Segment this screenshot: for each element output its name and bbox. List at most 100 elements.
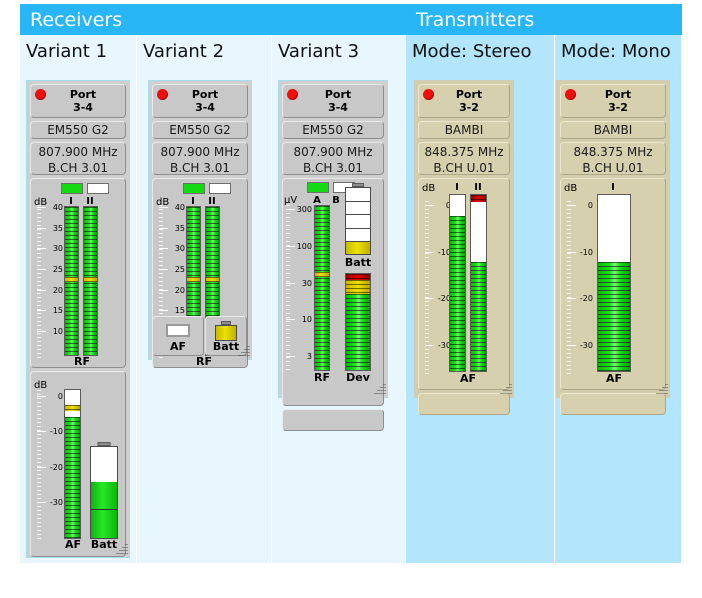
- tick-minor: [286, 297, 290, 298]
- group-header-transmitters-label: Transmitters: [416, 8, 535, 31]
- tick-minor: [425, 265, 429, 266]
- tick-minor: [425, 317, 429, 318]
- port-cell[interactable]: Port 3-2: [560, 84, 666, 118]
- tick-minor: [159, 281, 163, 282]
- frequency-cell[interactable]: 807.900 MHz B.CH 3.01: [30, 142, 126, 175]
- transmitter-panel-mono[interactable]: Port 3-2 BAMBI 848.375 MHz B.CH U.01 dB …: [556, 80, 670, 415]
- tick-label: 35: [174, 224, 185, 233]
- tick-major: [159, 290, 168, 291]
- tick-major: [159, 248, 168, 249]
- tick-minor: [567, 241, 571, 242]
- af-mini-label: AF: [169, 340, 187, 353]
- tick-minor: [37, 490, 41, 491]
- frequency-cell[interactable]: 848.375 MHz B.CH U.01: [418, 142, 510, 175]
- frequency-cell[interactable]: 807.900 MHz B.CH 3.01: [282, 142, 384, 175]
- rf-meter-cell[interactable]: dB 40353025201510 I II RF: [30, 178, 126, 368]
- rf-dev-meter-cell[interactable]: µV 300 100 30 10 3 A B RF Batt Dev: [282, 178, 384, 406]
- tick-major: [159, 269, 168, 270]
- port-cell[interactable]: Port 3-4: [282, 84, 384, 118]
- port-cell[interactable]: Port 3-2: [418, 84, 510, 118]
- tick-minor: [425, 357, 429, 358]
- rf-bar: [314, 205, 330, 371]
- tick-minor: [425, 313, 429, 314]
- column-title-transmitter-mono: Mode: Mono: [561, 41, 671, 62]
- receiver-panel-variant-3[interactable]: Port 3-4 EM550 G2 807.900 MHz B.CH 3.01 …: [278, 80, 388, 431]
- tick-minor: [286, 217, 290, 218]
- tick-major: [37, 228, 46, 229]
- tick-minor: [567, 353, 571, 354]
- tick-minor: [286, 237, 290, 238]
- status-led-icon: [35, 89, 46, 100]
- device-name-cell[interactable]: EM550 G2: [30, 121, 126, 139]
- af-meter-cell[interactable]: dB 0-10-20-30 I II AF: [418, 178, 510, 390]
- tick-minor: [567, 357, 571, 358]
- tick-label: -20: [579, 294, 593, 303]
- resize-grip[interactable]: [655, 383, 668, 396]
- rf-bar-channel-a: [64, 206, 79, 356]
- tick-minor: [286, 325, 290, 326]
- port-label: Port: [69, 88, 97, 101]
- af-mini-cell[interactable]: AF: [152, 316, 204, 356]
- tick-label: -20: [49, 463, 63, 472]
- battery-segment: [346, 240, 370, 254]
- tick-major: [286, 283, 295, 284]
- status-led-icon: [157, 89, 168, 100]
- tick-major: [37, 467, 46, 468]
- tick-minor: [37, 225, 41, 226]
- tick-minor: [37, 305, 41, 306]
- diversity-indicators: [61, 183, 109, 194]
- tick-major: [37, 290, 46, 291]
- tick-minor: [286, 233, 290, 234]
- tick-minor: [567, 285, 571, 286]
- tick-major: [159, 310, 168, 311]
- tick-minor: [37, 434, 41, 435]
- tick-label: -10: [579, 248, 593, 257]
- battery-segment: [346, 214, 370, 227]
- device-name-cell[interactable]: EM550 G2: [152, 121, 248, 139]
- tick-minor: [425, 373, 429, 374]
- resize-grip[interactable]: [499, 383, 512, 396]
- tick-minor: [567, 305, 571, 306]
- tick-minor: [37, 422, 41, 423]
- tick-minor: [425, 301, 429, 302]
- port-value: 3-4: [73, 101, 93, 114]
- tick-major: [37, 331, 46, 332]
- rf-bar-channel-b: [83, 206, 98, 356]
- frequency-cell[interactable]: 848.375 MHz B.CH U.01: [560, 142, 666, 175]
- tick-minor: [425, 333, 429, 334]
- resize-grip[interactable]: [115, 543, 128, 556]
- tick-minor: [159, 313, 163, 314]
- tick-minor: [37, 494, 41, 495]
- tick-minor: [286, 305, 290, 306]
- receiver-panel-variant-2[interactable]: Port 3-4 EM550 G2 807.900 MHz B.CH 3.01 …: [148, 80, 252, 368]
- tick-minor: [567, 209, 571, 210]
- column-title-variant-2: Variant 2: [143, 41, 225, 62]
- tick-major: [37, 431, 46, 432]
- tick-minor: [37, 265, 41, 266]
- receiver-panel-variant-1[interactable]: Port 3-4 EM550 G2 807.900 MHz B.CH 3.01 …: [26, 80, 130, 558]
- resize-grip[interactable]: [373, 383, 386, 396]
- resize-grip[interactable]: [237, 345, 250, 358]
- device-name-cell[interactable]: BAMBI: [418, 121, 510, 139]
- port-value: 3-2: [608, 101, 628, 114]
- tick-minor: [425, 277, 429, 278]
- frequency-cell[interactable]: 807.900 MHz B.CH 3.01: [152, 142, 248, 175]
- transmitter-panel-stereo[interactable]: Port 3-2 BAMBI 848.375 MHz B.CH U.01 dB …: [414, 80, 514, 415]
- tick-minor: [425, 249, 429, 250]
- af-meter-cell[interactable]: dB 0 -10 -20 -30 AF Batt: [30, 371, 126, 557]
- tick-minor: [37, 510, 41, 511]
- tick-minor: [567, 333, 571, 334]
- tick-minor: [567, 221, 571, 222]
- device-name-cell[interactable]: BAMBI: [560, 121, 666, 139]
- tick-minor: [37, 402, 41, 403]
- af-meter-cell[interactable]: dB 0 -10 -20 -30 I AF: [560, 178, 666, 390]
- port-cell[interactable]: Port 3-4: [152, 84, 248, 118]
- device-name-cell[interactable]: EM550 G2: [282, 121, 384, 139]
- tick-minor: [159, 205, 163, 206]
- tick-minor: [159, 273, 163, 274]
- tick-minor: [286, 249, 290, 250]
- port-cell[interactable]: Port 3-4: [30, 84, 126, 118]
- device-name-label: EM550 G2: [169, 123, 231, 137]
- tick-minor: [37, 414, 41, 415]
- tick-minor: [159, 209, 163, 210]
